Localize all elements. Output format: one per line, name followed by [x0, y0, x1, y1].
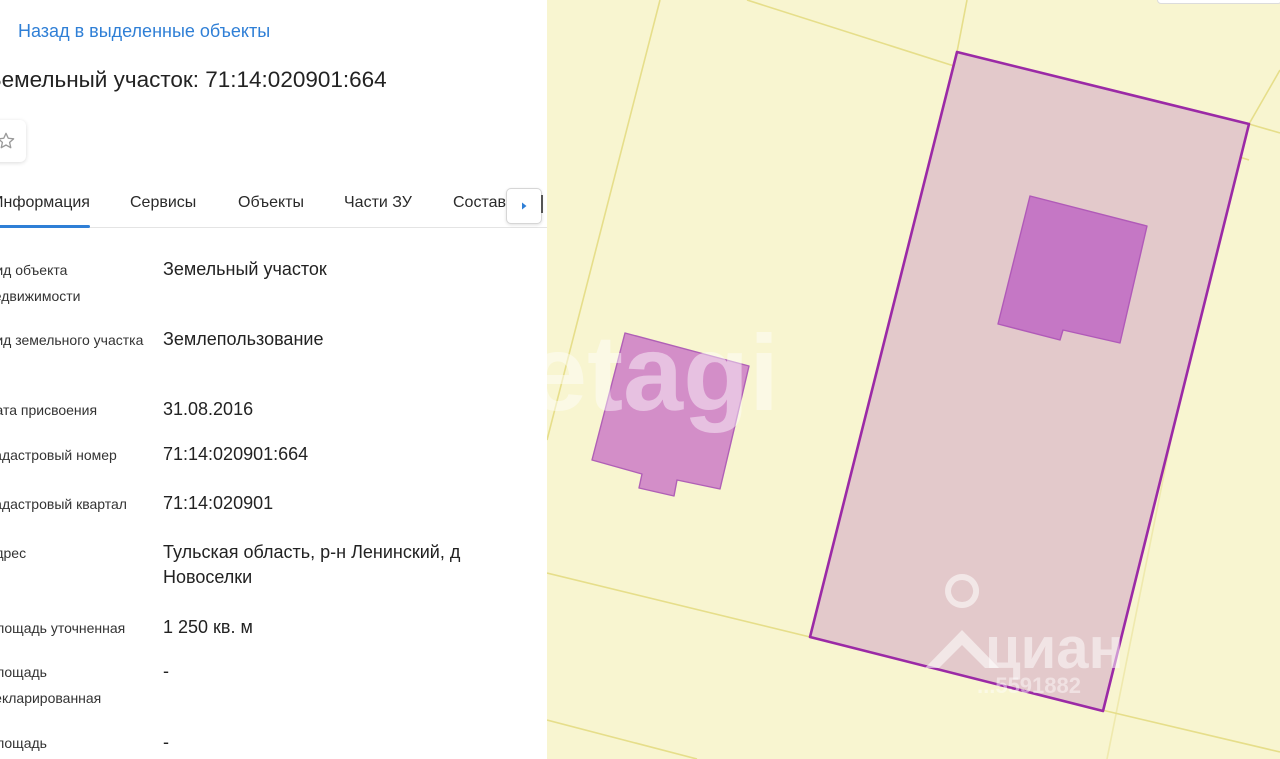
prop-value: Тульская область, р-н Ленинский, д Новос…	[163, 542, 461, 587]
parcel-boundary-line	[956, 0, 968, 53]
prop-value: 31.08.2016	[163, 399, 254, 419]
prop-value: 71:14:020901	[163, 493, 274, 513]
prop-value: Землепользование	[163, 329, 324, 349]
cadastral-map[interactable]: etagi циан ...5591882	[547, 0, 1280, 759]
chevron-right-icon	[522, 202, 527, 210]
selected-land-plot	[808, 50, 1251, 713]
prop-label: Площадь уточненная	[0, 620, 126, 636]
parcel-boundary-line	[1101, 709, 1280, 753]
prop-label: Вид земельного участка	[0, 332, 144, 348]
neighbor-building	[591, 332, 750, 497]
map-top-control[interactable]	[1157, 0, 1280, 4]
prop-label: Адрес	[0, 545, 27, 561]
prop-value: Земельный участок	[163, 259, 327, 279]
prop-value: 71:14:020901:664	[163, 444, 309, 464]
prop-label: Кадастровый квартал	[0, 496, 127, 512]
tab-objects[interactable]: Объекты	[238, 194, 304, 212]
star-icon	[0, 132, 15, 149]
prop-value: -	[163, 661, 169, 681]
tab-overflow-edge	[541, 195, 543, 213]
parcel-boundary-line	[1248, 123, 1280, 134]
parcel-boundary-line	[547, 572, 811, 638]
prop-label: Площадь	[0, 735, 47, 751]
favorite-button[interactable]	[0, 120, 26, 162]
map-canvas	[547, 0, 1280, 759]
prop-value: 1 250 кв. м	[163, 617, 253, 637]
parcel-boundary-line	[547, 719, 698, 759]
parcel-boundary-line	[1248, 69, 1280, 125]
prop-label: Площадь декларированная	[0, 664, 102, 706]
info-panel: Назад в выделенные объекты Земельный уча…	[0, 0, 547, 759]
tabs-scroll-right-button[interactable]	[506, 188, 542, 224]
page-title: Земельный участок: 71:14:020901:664	[0, 67, 387, 92]
prop-label: Кадастровый номер	[0, 447, 117, 463]
tab-services[interactable]: Сервисы	[130, 194, 196, 212]
tab-land-parts[interactable]: Части ЗУ	[344, 194, 412, 212]
prop-value: -	[163, 732, 169, 752]
prop-label: Дата присвоения	[0, 402, 98, 418]
prop-label: Вид объекта недвижимости	[0, 262, 81, 304]
tab-composition[interactable]: Состав	[453, 194, 506, 212]
back-to-selected-link[interactable]: Назад в выделенные объекты	[18, 21, 270, 42]
tab-bar: Информация Сервисы Объекты Части ЗУ Сост…	[0, 180, 547, 228]
tab-information[interactable]: Информация	[0, 194, 90, 228]
